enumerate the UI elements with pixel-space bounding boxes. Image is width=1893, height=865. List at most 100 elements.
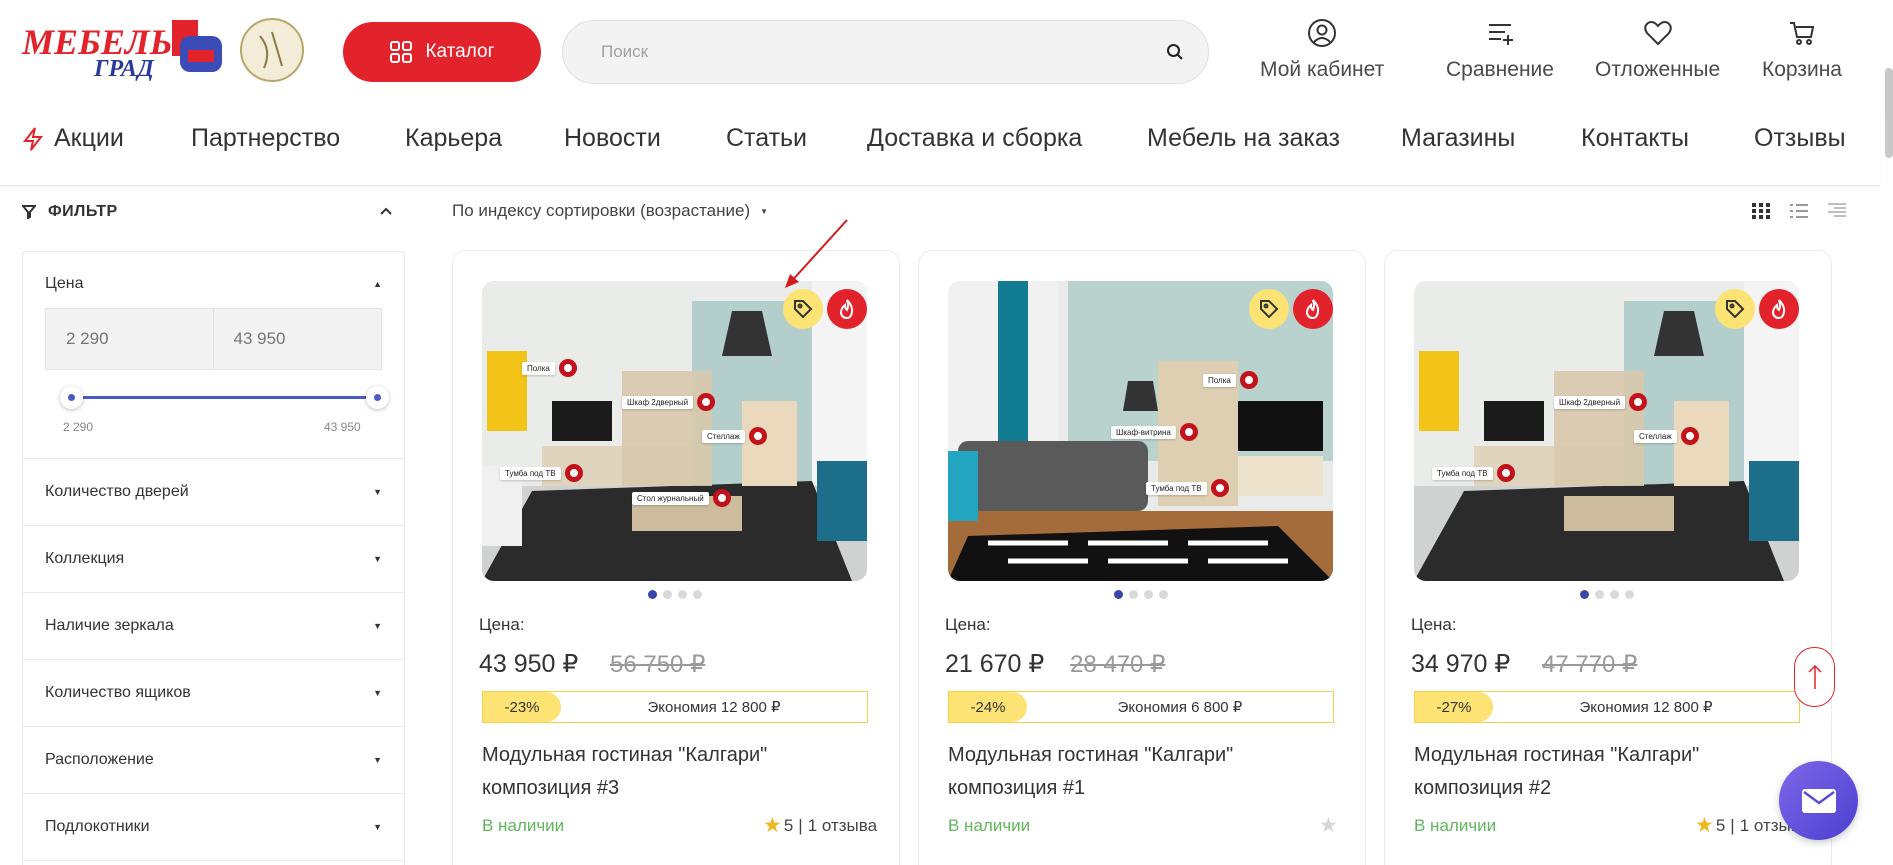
sort-dropdown[interactable]: По индексу сортировки (возрастание) ▼ xyxy=(452,201,768,221)
catalog-label: Каталог xyxy=(425,41,495,62)
scroll-to-top-button[interactable] xyxy=(1794,647,1835,707)
hotspot-tv-stand[interactable]: Тумба под ТВ xyxy=(500,464,583,482)
hotspot-marker xyxy=(1179,423,1198,441)
carousel-dot[interactable] xyxy=(663,590,672,599)
rating-value: 5 xyxy=(783,815,794,835)
product-card[interactable]: Полка Шкаф 2дверный Стеллаж Тумба под ТВ… xyxy=(452,219,900,865)
carousel-dot[interactable] xyxy=(1129,590,1138,599)
filter-header[interactable]: ФИЛЬТР xyxy=(22,200,392,224)
favorites-link[interactable]: Отложенные xyxy=(1595,16,1720,82)
carousel-dot[interactable] xyxy=(693,590,702,599)
carousel-dot[interactable] xyxy=(678,590,687,599)
search-input[interactable] xyxy=(601,42,1166,62)
filter-doors-count[interactable]: Количество дверей ▼ xyxy=(23,459,404,526)
nav-item-partnership[interactable]: Партнерство xyxy=(191,124,340,153)
hotspot-wardrobe[interactable]: Шкаф 2дверный xyxy=(622,393,716,411)
compare-link[interactable]: Сравнение xyxy=(1446,16,1554,82)
nav-item-articles[interactable]: Статьи xyxy=(726,124,807,153)
cart-link[interactable]: Корзина xyxy=(1762,16,1842,82)
discount-tag-badge[interactable] xyxy=(1715,289,1755,329)
nav-item-custom-furniture[interactable]: Мебель на заказ xyxy=(1147,124,1340,153)
hot-offer-badge[interactable] xyxy=(1759,289,1799,329)
compact-view-icon[interactable] xyxy=(1828,203,1846,219)
search-icon[interactable] xyxy=(1166,43,1184,61)
hotspot-wardrobe[interactable]: Шкаф 2дверный xyxy=(1554,393,1648,411)
hotspot-shelf[interactable]: Полка xyxy=(522,359,577,377)
hotspot-marker xyxy=(712,489,731,507)
tag-icon xyxy=(1726,300,1745,319)
filter-price: Цена ▲ 2 290 43 950 xyxy=(23,252,404,459)
product-card[interactable]: Шкаф 2дверный Стеллаж Тумба под ТВ Цена:… xyxy=(1384,250,1832,865)
nav-item-reviews[interactable]: Отзывы xyxy=(1754,124,1846,153)
hotspot-marker xyxy=(697,393,716,411)
hotspot-label: Тумба под ТВ xyxy=(500,466,561,480)
list-view-icon[interactable] xyxy=(1790,203,1808,219)
hot-offer-badge[interactable] xyxy=(1293,289,1333,329)
price-slider-min-handle[interactable] xyxy=(60,386,83,409)
price-label: Цена: xyxy=(479,615,525,634)
filter-panel: Цена ▲ 2 290 43 950 Количество дверей ▼ … xyxy=(22,251,405,865)
hotspot-rack[interactable]: Стеллаж xyxy=(702,427,767,445)
filter-mirror[interactable]: Наличие зеркала ▼ xyxy=(23,593,404,660)
nav-item-stores[interactable]: Магазины xyxy=(1401,124,1515,153)
carousel-dot[interactable] xyxy=(648,590,657,599)
catalog-button[interactable]: Каталог xyxy=(343,22,541,82)
filter-collection[interactable]: Коллекция ▼ xyxy=(23,526,404,593)
carousel-dot[interactable] xyxy=(1625,590,1634,599)
tag-icon xyxy=(794,300,813,319)
nav-item-news[interactable]: Новости xyxy=(564,124,661,153)
hotspot-shelf[interactable]: Полка xyxy=(1203,371,1258,389)
hotspot-rack[interactable]: Стеллаж xyxy=(1634,427,1699,445)
price-min-input[interactable] xyxy=(46,309,214,369)
carousel-dot[interactable] xyxy=(1144,590,1153,599)
current-price: 34 970 ₽ xyxy=(1411,650,1511,678)
product-card[interactable]: Полка Шкаф-витрина Тумба под ТВ Цена: 21… xyxy=(918,250,1366,865)
flame-icon xyxy=(1305,299,1320,320)
carousel-dot[interactable] xyxy=(1610,590,1619,599)
page-scrollbar[interactable] xyxy=(1885,68,1893,158)
filter-armrests[interactable]: Подлокотники ▼ xyxy=(23,794,404,861)
filter-placement[interactable]: Расположение ▼ xyxy=(23,727,404,794)
product-name[interactable]: Модульная гостиная "Калгари" композиция … xyxy=(482,739,802,805)
hotspot-tv-stand[interactable]: Тумба под ТВ xyxy=(1432,464,1515,482)
chevron-up-icon[interactable] xyxy=(380,206,392,216)
hotspot-marker xyxy=(1239,371,1258,389)
carousel-dot[interactable] xyxy=(1159,590,1168,599)
grid-icon xyxy=(390,41,413,63)
hotspot-display-cabinet[interactable]: Шкаф-витрина xyxy=(1111,423,1198,441)
nav-item-career[interactable]: Карьера xyxy=(405,124,502,153)
nav-item-promotions[interactable]: Акции xyxy=(22,124,124,153)
price-slider-track[interactable] xyxy=(60,396,367,399)
mail-icon xyxy=(1801,788,1836,813)
compare-icon xyxy=(1488,24,1513,45)
nav-item-delivery[interactable]: Доставка и сборка xyxy=(867,124,1082,153)
price-max-input[interactable] xyxy=(213,309,381,369)
caret-up-icon[interactable]: ▲ xyxy=(373,279,382,289)
hotspot-marker xyxy=(564,464,583,482)
price-max-label: 43 950 xyxy=(324,420,361,434)
hotspot-coffee-table[interactable]: Стол журнальный xyxy=(632,489,731,507)
logo[interactable]: МЕБЕЛЬ ГРАД xyxy=(20,16,310,86)
annotation-arrow xyxy=(785,219,848,288)
product-name[interactable]: Модульная гостиная "Калгари" композиция … xyxy=(1414,739,1734,805)
filter-drawers-count[interactable]: Количество ящиков ▼ xyxy=(23,660,404,727)
product-rating[interactable]: ★ 5 | 1 отзыва xyxy=(763,813,877,838)
discount-tag-badge[interactable] xyxy=(1249,289,1289,329)
carousel-dot[interactable] xyxy=(1114,590,1123,599)
user-icon xyxy=(1308,19,1337,47)
discount-tag-badge[interactable] xyxy=(783,289,823,329)
feedback-mail-button[interactable] xyxy=(1779,761,1858,840)
price-slider-max-handle[interactable] xyxy=(366,386,389,409)
product-name[interactable]: Модульная гостиная "Калгари" композиция … xyxy=(948,739,1268,805)
nav-item-contacts[interactable]: Контакты xyxy=(1581,124,1689,153)
compare-label: Сравнение xyxy=(1446,58,1554,81)
account-link[interactable]: Мой кабинет xyxy=(1260,16,1384,82)
grid-view-icon[interactable] xyxy=(1752,203,1770,219)
product-rating[interactable]: ★ xyxy=(1319,813,1338,838)
hot-offer-badge[interactable] xyxy=(827,289,867,329)
carousel-dot[interactable] xyxy=(1595,590,1604,599)
carousel-dot[interactable] xyxy=(1580,590,1589,599)
search-bar xyxy=(562,20,1209,84)
arrow-up-icon xyxy=(1807,664,1822,689)
hotspot-tv-stand[interactable]: Тумба под ТВ xyxy=(1146,479,1229,497)
